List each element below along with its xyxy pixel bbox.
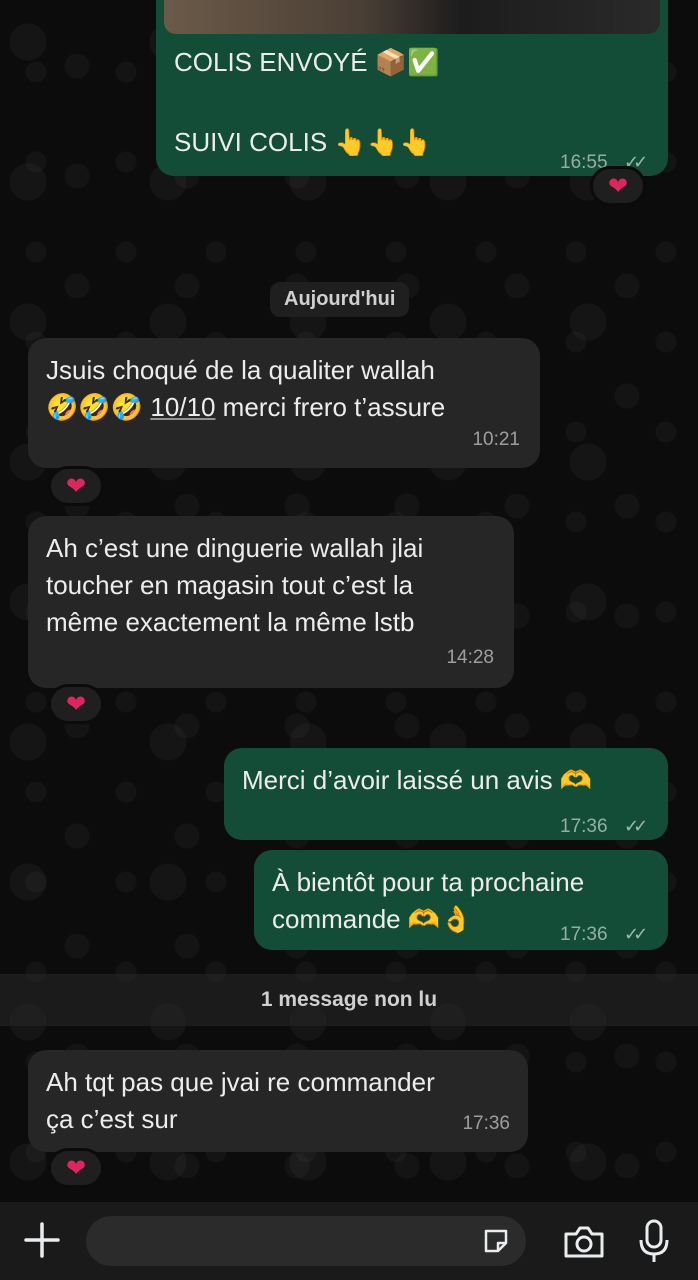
message-emoji: 📦✅	[374, 48, 440, 78]
message-image[interactable]	[164, 0, 660, 34]
heart-icon: ❤	[65, 690, 87, 718]
unread-label: 1 message non lu	[260, 988, 438, 1011]
heart-reaction-icon[interactable]: ❤	[48, 466, 104, 506]
message-time: 17:36	[462, 1113, 510, 1134]
message-text: merci frero t’assure	[215, 392, 446, 422]
heart-icon: ❤	[65, 1154, 87, 1182]
heart-icon: ❤	[65, 472, 87, 500]
heart-reaction-icon[interactable]: ❤	[590, 166, 646, 206]
message-emoji: 🫶👌	[407, 905, 473, 935]
message-emoji: 🫶	[559, 766, 593, 796]
date-separator: Aujourd'hui	[270, 282, 410, 317]
plus-icon[interactable]	[22, 1220, 62, 1260]
message-text: toucher en magasin tout c’est la	[46, 570, 414, 600]
outgoing-message[interactable]: COLIS ENVOYÉ 📦✅ SUIVI COLIS 👆👆👆 16:55 ✓✓	[156, 0, 668, 176]
incoming-message[interactable]: Ah tqt pas que jvai re commander ça c’es…	[28, 1050, 528, 1152]
message-text: Jsuis choqué de la qualiter wallah	[46, 355, 435, 385]
message-emoji: 🤣🤣🤣	[46, 393, 144, 423]
message-text: ça c’est sur	[46, 1104, 178, 1134]
incoming-message[interactable]: Ah c’est une dinguerie wallah jlai touch…	[28, 516, 514, 688]
message-text: Ah c’est une dinguerie wallah jlai	[46, 533, 424, 563]
microphone-icon[interactable]	[636, 1218, 672, 1266]
read-ticks-icon: ✓✓	[624, 816, 648, 836]
outgoing-message[interactable]: Merci d’avoir laissé un avis 🫶 17:36 ✓✓	[224, 748, 668, 840]
message-text: Ah tqt pas que jvai re commander	[46, 1067, 435, 1097]
message-text: COLIS ENVOYÉ	[174, 47, 368, 77]
incoming-message[interactable]: Jsuis choqué de la qualiter wallah 🤣🤣🤣 1…	[28, 338, 540, 468]
unread-separator: 1 message non lu	[0, 974, 698, 1026]
heart-reaction-icon[interactable]: ❤	[48, 684, 104, 724]
message-text: commande	[272, 904, 401, 934]
camera-icon[interactable]	[562, 1224, 606, 1260]
heart-reaction-icon[interactable]: ❤	[48, 1148, 104, 1188]
message-time: 17:36	[560, 924, 608, 945]
composer-bar	[0, 1202, 698, 1280]
score-link[interactable]: 10/10	[150, 392, 215, 422]
sticker-icon[interactable]	[480, 1225, 512, 1257]
message-time: 10:21	[472, 429, 520, 450]
message-time: 17:36	[560, 816, 608, 837]
message-text: même exactement la même lstb	[46, 607, 415, 637]
message-text: SUIVI COLIS	[174, 127, 328, 157]
message-emoji: 👆👆👆	[334, 128, 432, 158]
message-text: À bientôt pour ta prochaine	[272, 867, 585, 897]
read-ticks-icon: ✓✓	[624, 924, 648, 944]
message-input[interactable]	[86, 1216, 526, 1266]
heart-icon: ❤	[607, 172, 629, 200]
message-time: 14:28	[446, 647, 494, 668]
message-text: Merci d’avoir laissé un avis	[242, 765, 553, 795]
outgoing-message[interactable]: À bientôt pour ta prochaine commande 🫶👌 …	[254, 850, 668, 950]
